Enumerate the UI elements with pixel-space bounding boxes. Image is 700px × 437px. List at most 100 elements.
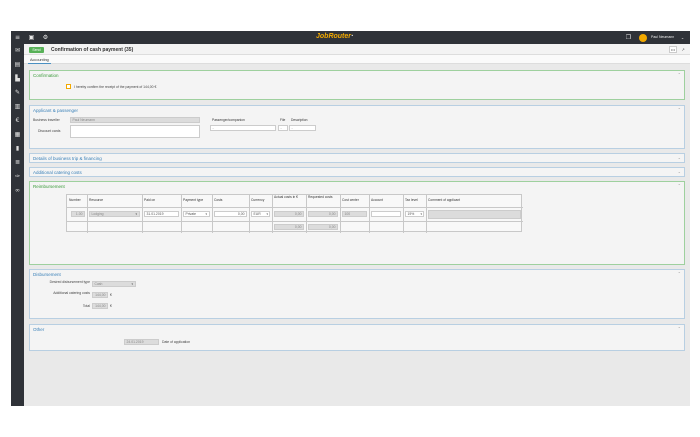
- total-actual-costs: 0,00: [274, 224, 304, 230]
- application-date-field: 24.01.2019: [124, 339, 159, 345]
- chevron-down-icon[interactable]: ⌄: [678, 155, 681, 160]
- catering-costs-label: Additional catering costs: [53, 291, 90, 295]
- chevron-down-icon[interactable]: ⌄: [679, 34, 686, 41]
- row-cost-center: 100: [342, 211, 367, 217]
- applicant-title[interactable]: Applicant & passenger: [33, 108, 78, 113]
- application-date-label: Date of application: [162, 340, 191, 344]
- menu-icon[interactable]: ≡: [14, 34, 21, 41]
- col-resource: Resource: [89, 198, 104, 202]
- send-button[interactable]: Send: [29, 46, 44, 53]
- chevron-up-icon[interactable]: ⌃: [678, 183, 681, 188]
- report-icon[interactable]: ▦: [14, 131, 21, 138]
- row-requested-costs: 0,00: [308, 211, 338, 217]
- passenger-header: Passenger/companion: [212, 118, 245, 122]
- chevron-up-icon[interactable]: ⌃: [678, 107, 681, 112]
- sidebar: ✉ ▤ ▙ ✎ ▥ € ▦ ▮ ≣ ✑ ∞: [11, 44, 24, 406]
- col-paid-on: Paid on: [144, 198, 156, 202]
- tab-accounting[interactable]: Accounting: [28, 56, 51, 64]
- page-title: Confirmation of cash payment (35): [51, 46, 134, 53]
- top-bar: ≡ ▣ ⚙ JobRouter· ❐ Paul Neumann ⌄: [11, 31, 690, 44]
- row-resource-select[interactable]: Lodging ▾: [89, 211, 140, 217]
- disbursement-panel: Disbursement ⌃ Desired disbursement type…: [29, 269, 685, 319]
- details-panel: Details of business trip & financing ⌄: [29, 153, 685, 163]
- chevron-up-icon[interactable]: ⌃: [678, 271, 681, 276]
- list-icon[interactable]: ≣: [14, 159, 21, 166]
- expand-button[interactable]: ↗: [679, 46, 687, 53]
- file-field[interactable]: -: [278, 125, 288, 131]
- row-currency-select[interactable]: EUR ▾: [251, 211, 270, 217]
- col-requested-costs: Requested costs: [308, 195, 333, 199]
- reimbursement-title[interactable]: Reimbursement: [33, 184, 65, 189]
- catering-title[interactable]: Additional catering costs: [33, 170, 82, 175]
- details-title[interactable]: Details of business trip & financing: [33, 156, 102, 161]
- row-account[interactable]: [371, 211, 401, 217]
- business-traveller-label: Business traveller: [33, 118, 60, 122]
- chevron-up-icon[interactable]: ⌃: [678, 72, 681, 77]
- col-currency: Currency: [251, 198, 265, 202]
- brand-logo: JobRouter·: [316, 33, 354, 40]
- total-currency: €: [110, 304, 112, 308]
- applicant-panel: Applicant & passenger ⌃ Business travell…: [29, 105, 685, 149]
- col-actual-costs: Actual costs in €: [274, 195, 299, 199]
- total-label: Total: [82, 304, 90, 308]
- document-icon[interactable]: ▙: [14, 75, 21, 82]
- save-icon[interactable]: ▣: [28, 34, 35, 41]
- tab-bar: Accounting: [24, 55, 690, 64]
- col-comment: Comment of applicant: [428, 198, 461, 202]
- caret-down-icon: ▾: [135, 212, 137, 216]
- disbursement-title[interactable]: Disbursement: [33, 272, 61, 277]
- col-tax-level: Tax level: [405, 198, 418, 202]
- link-icon[interactable]: ∞: [14, 187, 21, 194]
- col-account: Account: [371, 198, 383, 202]
- confirm-checkbox[interactable]: [66, 84, 71, 89]
- reimbursement-panel: Reimbursement ⌃ Number Resource Paid on: [29, 181, 685, 265]
- window-icon[interactable]: ❐: [625, 34, 632, 41]
- disbursement-type-label: Desired disbursement type: [49, 280, 90, 284]
- business-traveller-field: Paul Neumann: [70, 117, 200, 123]
- more-button[interactable]: •••: [669, 46, 677, 53]
- catering-costs-field: 144,00: [92, 292, 108, 298]
- row-costs[interactable]: 0,00: [214, 211, 247, 217]
- col-payment-type: Payment type: [183, 198, 204, 202]
- passenger-field[interactable]: -: [210, 125, 276, 131]
- confirm-label: I hereby confirm the receipt of the paym…: [74, 84, 157, 89]
- other-panel: Other ⌃ 24.01.2019 Date of application: [29, 324, 685, 351]
- col-costs: Costs: [214, 198, 223, 202]
- caret-down-icon: ▾: [266, 212, 268, 216]
- discount-cards-field[interactable]: [70, 125, 200, 138]
- row-payment-type-select[interactable]: Private ▾: [183, 211, 210, 217]
- confirmation-title[interactable]: Confirmation: [33, 73, 59, 78]
- wrench-icon[interactable]: ✑: [14, 173, 21, 180]
- reimbursement-table: Number Resource Paid on Payment type Cos…: [66, 194, 523, 233]
- chevron-down-icon[interactable]: ⌄: [678, 169, 681, 174]
- caret-down-icon: ▾: [420, 212, 422, 216]
- catering-currency: €: [110, 293, 112, 297]
- avatar[interactable]: [639, 33, 647, 42]
- row-paid-on[interactable]: 31.01.2019: [144, 211, 179, 217]
- total-field: 144,00: [92, 303, 108, 309]
- inbox-icon[interactable]: ✉: [14, 47, 21, 54]
- row-actual-costs: 0,00: [274, 211, 304, 217]
- description-field[interactable]: -: [289, 125, 316, 131]
- total-requested-costs: 0,00: [308, 224, 338, 230]
- discount-cards-label: Discount cards: [38, 129, 61, 133]
- settings-icon[interactable]: ⚙: [42, 34, 49, 41]
- catering-panel: Additional catering costs ⌄: [29, 167, 685, 177]
- confirmation-panel: Confirmation ⌃ I hereby confirm the rece…: [29, 70, 685, 100]
- app-window: ≡ ▣ ⚙ JobRouter· ❐ Paul Neumann ⌄ ✉ ▤ ▙ …: [11, 31, 690, 406]
- step-titlebar: Send Confirmation of cash payment (35) •…: [24, 44, 690, 55]
- col-number: Number: [69, 198, 81, 202]
- archive-icon[interactable]: ▮: [14, 145, 21, 152]
- other-title[interactable]: Other: [33, 327, 44, 332]
- col-cost-center: Cost center: [342, 198, 359, 202]
- disbursement-type-select[interactable]: Cash ▾: [92, 281, 136, 287]
- user-name[interactable]: Paul Neumann: [651, 35, 674, 39]
- euro-icon[interactable]: €: [14, 117, 21, 124]
- tools-icon[interactable]: ✎: [14, 89, 21, 96]
- caret-down-icon: ▾: [205, 212, 207, 216]
- chevron-up-icon[interactable]: ⌃: [678, 326, 681, 331]
- chart-icon[interactable]: ▥: [14, 103, 21, 110]
- tasks-icon[interactable]: ▤: [14, 61, 21, 68]
- row-comment[interactable]: [428, 210, 521, 219]
- row-tax-level-select[interactable]: 19% ▾: [405, 211, 424, 217]
